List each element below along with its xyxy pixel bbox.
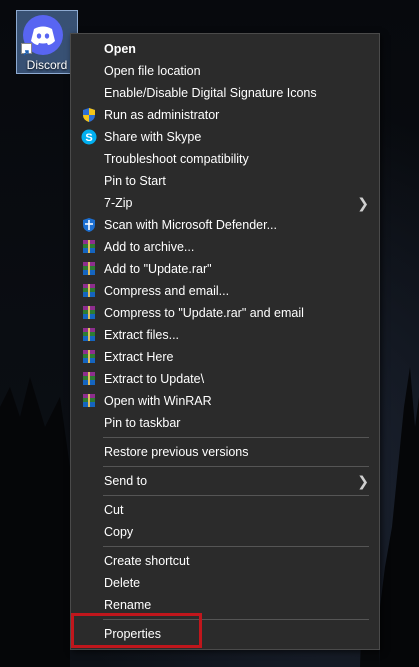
menu-item-digital-signature-icons[interactable]: Enable/Disable Digital Signature Icons — [71, 82, 379, 104]
winrar-icon — [83, 240, 95, 253]
menu-item-send-to[interactable]: Send to ❯ — [71, 470, 379, 492]
menu-item-label: Open file location — [104, 64, 201, 78]
menu-item-scan-with-defender[interactable]: Scan with Microsoft Defender... — [71, 214, 379, 236]
menu-item-label: Pin to taskbar — [104, 416, 181, 430]
menu-separator — [103, 546, 369, 547]
desktop: Discord Open Open file location Enable/D… — [0, 0, 419, 667]
menu-item-compress-and-email[interactable]: Compress and email... — [71, 280, 379, 302]
chevron-right-icon: ❯ — [357, 195, 369, 211]
menu-item-label: Restore previous versions — [104, 445, 249, 459]
menu-item-label: Extract Here — [104, 350, 174, 364]
menu-item-7-zip[interactable]: 7-Zip ❯ — [71, 192, 379, 214]
menu-item-restore-previous-versions[interactable]: Restore previous versions — [71, 441, 379, 463]
desktop-icon-label: Discord — [26, 58, 68, 72]
menu-item-label: Open with WinRAR — [104, 394, 212, 408]
properties-highlight-box — [71, 613, 202, 648]
menu-item-label: Pin to Start — [104, 174, 166, 188]
menu-item-pin-to-start[interactable]: Pin to Start — [71, 170, 379, 192]
menu-item-label: Open — [104, 42, 136, 56]
menu-item-label: Extract to Update\ — [104, 372, 205, 386]
menu-item-share-with-skype[interactable]: S Share with Skype — [71, 126, 379, 148]
menu-item-compress-to-update-rar-and-email[interactable]: Compress to "Update.rar" and email — [71, 302, 379, 324]
winrar-icon — [83, 284, 95, 297]
chevron-right-icon: ❯ — [357, 473, 369, 489]
menu-item-cut[interactable]: Cut — [71, 499, 379, 521]
menu-item-troubleshoot-compatibility[interactable]: Troubleshoot compatibility — [71, 148, 379, 170]
winrar-icon — [83, 262, 95, 275]
menu-item-extract-to-update[interactable]: Extract to Update\ — [71, 368, 379, 390]
menu-item-label: Compress to "Update.rar" and email — [104, 306, 304, 320]
menu-separator — [103, 466, 369, 467]
menu-item-label: Compress and email... — [104, 284, 230, 298]
menu-item-extract-here[interactable]: Extract Here — [71, 346, 379, 368]
menu-item-run-as-administrator[interactable]: Run as administrator — [71, 104, 379, 126]
menu-item-label: Delete — [104, 576, 141, 590]
menu-item-open-with-winrar[interactable]: Open with WinRAR — [71, 390, 379, 412]
discord-desktop-shortcut[interactable]: Discord — [16, 10, 78, 74]
menu-item-pin-to-taskbar[interactable]: Pin to taskbar — [71, 412, 379, 434]
defender-icon — [83, 218, 95, 232]
menu-item-copy[interactable]: Copy — [71, 521, 379, 543]
menu-item-delete[interactable]: Delete — [71, 572, 379, 594]
menu-item-label: Enable/Disable Digital Signature Icons — [104, 86, 317, 100]
menu-item-label: Share with Skype — [104, 130, 202, 144]
menu-item-label: Create shortcut — [104, 554, 190, 568]
menu-item-label: Add to "Update.rar" — [104, 262, 212, 276]
menu-item-label: 7-Zip — [104, 196, 133, 210]
menu-item-label: Troubleshoot compatibility — [104, 152, 249, 166]
menu-item-label: Cut — [104, 503, 124, 517]
menu-item-label: Extract files... — [104, 328, 180, 342]
menu-item-create-shortcut[interactable]: Create shortcut — [71, 550, 379, 572]
menu-item-label: Send to — [104, 474, 148, 488]
menu-item-open[interactable]: Open — [71, 38, 379, 60]
winrar-icon — [83, 306, 95, 319]
menu-item-open-file-location[interactable]: Open file location — [71, 60, 379, 82]
menu-separator — [103, 437, 369, 438]
menu-item-label: Scan with Microsoft Defender... — [104, 218, 277, 232]
context-menu: Open Open file location Enable/Disable D… — [70, 33, 380, 650]
winrar-icon — [83, 350, 95, 363]
winrar-icon — [83, 394, 95, 407]
winrar-icon — [83, 372, 95, 385]
shortcut-arrow-icon — [21, 43, 32, 56]
svg-text:S: S — [85, 132, 92, 144]
menu-item-add-to-update-rar[interactable]: Add to "Update.rar" — [71, 258, 379, 280]
menu-item-label: Run as administrator — [104, 108, 220, 122]
uac-shield-icon — [83, 108, 95, 122]
winrar-icon — [83, 328, 95, 341]
menu-item-add-to-archive[interactable]: Add to archive... — [71, 236, 379, 258]
menu-item-extract-files[interactable]: Extract files... — [71, 324, 379, 346]
menu-item-label: Add to archive... — [104, 240, 195, 254]
menu-separator — [103, 495, 369, 496]
menu-item-label: Copy — [104, 525, 134, 539]
skype-icon: S — [81, 129, 97, 145]
